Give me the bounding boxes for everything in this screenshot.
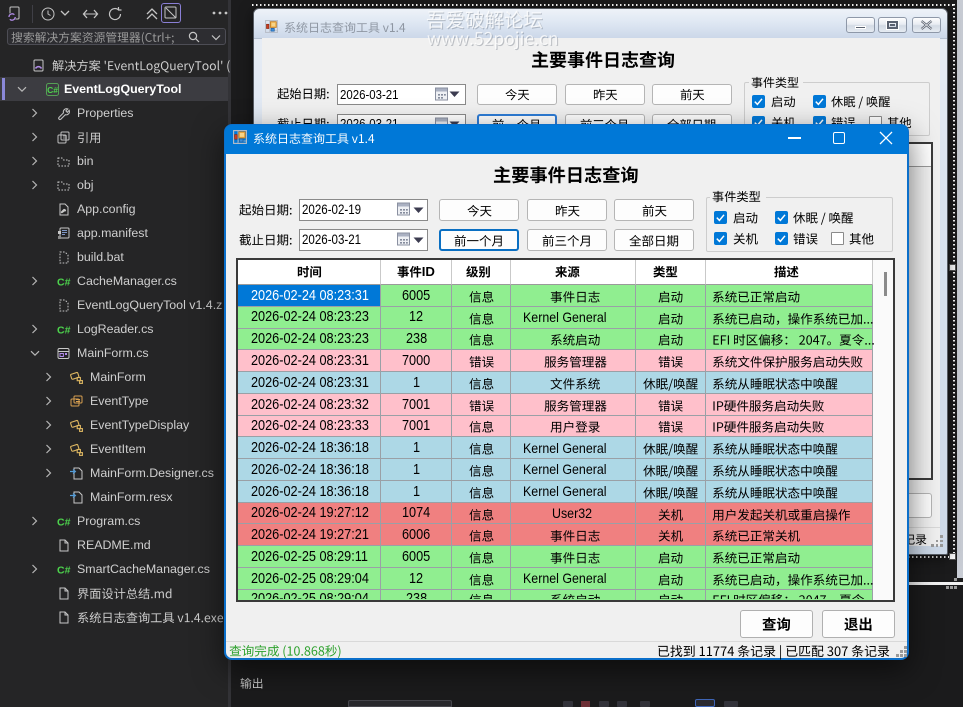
svg-text:C#: C# (47, 85, 58, 95)
svg-text:C#: C# (57, 325, 71, 337)
svg-text:C#: C# (57, 517, 71, 529)
svg-text:C#: C# (57, 565, 71, 577)
svg-text:C#: C# (57, 277, 71, 289)
